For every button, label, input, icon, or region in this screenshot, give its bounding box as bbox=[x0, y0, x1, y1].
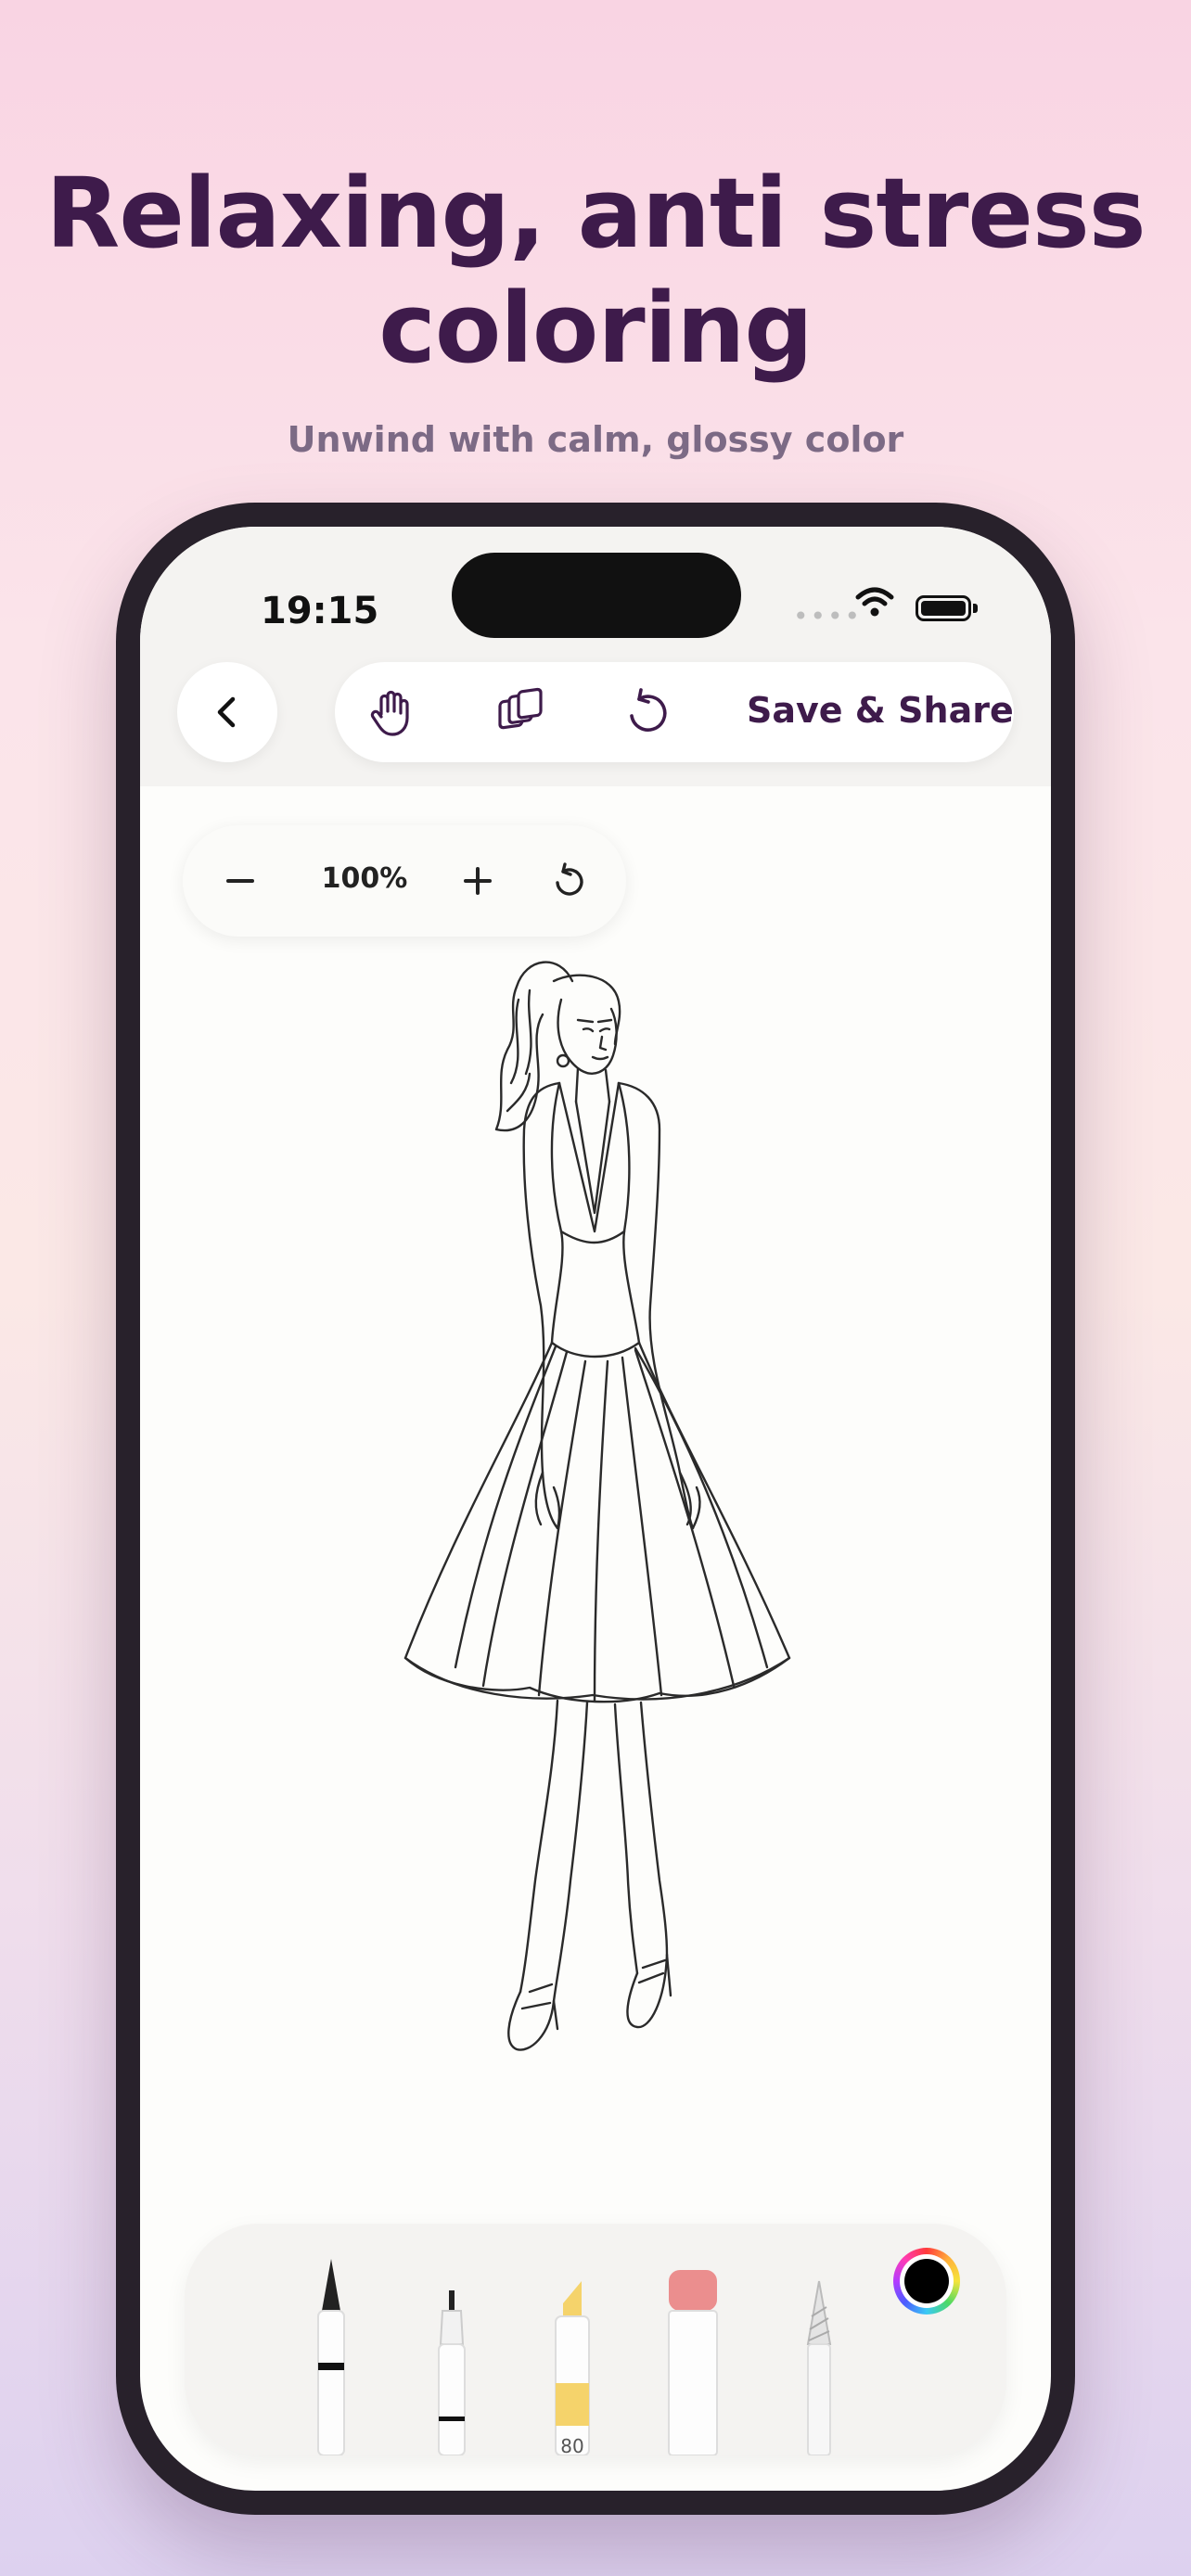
hero-title: Relaxing, anti stress coloring bbox=[45, 157, 1146, 385]
highlighter-icon bbox=[555, 2281, 590, 2455]
battery-cap bbox=[973, 604, 978, 613]
phone-frame: 19:15 •••• Save & Share 100% 80 bbox=[116, 503, 1075, 2515]
color-picker-button[interactable] bbox=[893, 2248, 960, 2315]
pen-tool[interactable] bbox=[301, 2255, 361, 2455]
layers-button[interactable] bbox=[491, 682, 550, 742]
top-toolbar: Save & Share bbox=[335, 662, 1014, 762]
save-share-button[interactable]: Save & Share bbox=[747, 690, 1014, 731]
hand-icon bbox=[370, 690, 409, 736]
highlighter-tool[interactable]: 80 bbox=[546, 2279, 598, 2455]
hero-subtitle: Unwind with calm, glossy color bbox=[287, 419, 904, 460]
undo-button[interactable] bbox=[617, 682, 676, 742]
chevron-left-icon bbox=[217, 696, 236, 728]
reset-icon bbox=[556, 862, 583, 896]
zoom-level: 100% bbox=[321, 862, 408, 895]
hand-tool-button[interactable] bbox=[363, 682, 422, 742]
zoom-controls: 100% bbox=[183, 825, 626, 937]
wifi-icon bbox=[855, 587, 894, 617]
fineliner-tool[interactable] bbox=[422, 2289, 481, 2455]
battery-icon bbox=[916, 595, 971, 621]
crayon-tool[interactable] bbox=[793, 2279, 845, 2455]
plus-icon bbox=[464, 867, 492, 895]
layers-icon bbox=[498, 687, 543, 730]
app-screen: 19:15 •••• Save & Share 100% 80 bbox=[140, 527, 1051, 2491]
zoom-in-button[interactable] bbox=[448, 851, 507, 911]
coloring-page-drawing[interactable] bbox=[344, 953, 864, 2094]
selected-color-swatch bbox=[904, 2259, 949, 2303]
marker-tool[interactable] bbox=[663, 2270, 723, 2455]
tool-tray: 80 bbox=[185, 2224, 1006, 2455]
zoom-out-button[interactable] bbox=[211, 851, 270, 911]
back-button[interactable] bbox=[177, 662, 277, 762]
undo-icon bbox=[630, 688, 667, 732]
cellular-signal-icon: •••• bbox=[793, 601, 863, 631]
highlighter-size-label: 80 bbox=[560, 2435, 584, 2455]
reset-zoom-button[interactable] bbox=[539, 851, 598, 911]
minus-icon bbox=[226, 879, 254, 883]
status-time: 19:15 bbox=[261, 590, 379, 632]
dynamic-island bbox=[452, 553, 741, 638]
